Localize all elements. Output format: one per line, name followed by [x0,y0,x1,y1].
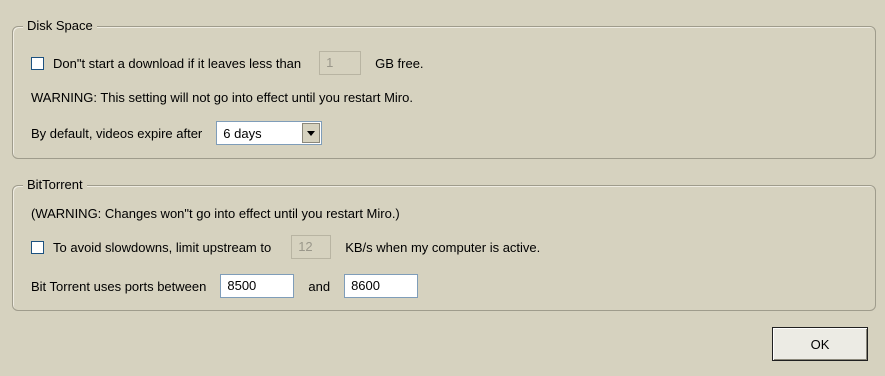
expire-select[interactable]: 6 days [216,121,323,145]
bittorrent-warning: (WARNING: Changes won"t go into effect u… [31,206,400,221]
port-min-input[interactable]: 8500 [220,274,295,298]
disk-space-warning: WARNING: This setting will not go into e… [31,90,413,105]
ok-button[interactable]: OK [772,327,868,361]
disk-space-title: Disk Space [23,18,97,33]
bittorrent-group: BitTorrent (WARNING: Changes won"t go in… [12,177,876,311]
upstream-limit-input[interactable]: 12 [291,235,332,259]
upstream-limit-checkbox[interactable] [31,240,44,254]
expire-label: By default, videos expire after [31,125,203,141]
expire-select-value: 6 days [223,125,262,141]
port-max-input[interactable]: 8600 [344,274,419,298]
ok-button-label: OK [810,336,830,352]
min-free-label: Don"t start a download if it leaves less… [53,55,302,71]
disk-warning-row: WARNING: This setting will not go into e… [31,90,413,105]
bittorrent-warning-row: (WARNING: Changes won"t go into effect u… [31,206,400,221]
min-free-unit: GB free. [375,55,424,71]
min-free-input[interactable]: 1 [319,51,362,75]
min-free-checkbox[interactable] [31,56,44,70]
upstream-limit-label: To avoid slowdowns, limit upstream to [53,239,272,255]
bittorrent-title: BitTorrent [23,177,87,192]
expire-row: By default, videos expire after 6 days [31,121,323,145]
disk-space-group: Disk Space Don"t start a download if it … [12,18,876,159]
chevron-down-icon [307,130,316,136]
upstream-limit-row: To avoid slowdowns, limit upstream to 12… [31,235,540,259]
expire-dropdown-button[interactable] [302,123,321,143]
upstream-limit-unit: KB/s when my computer is active. [345,239,541,255]
min-free-row: Don"t start a download if it leaves less… [31,51,424,75]
ports-and-label: and [308,278,331,294]
ports-row: Bit Torrent uses ports between 8500 and … [31,274,419,298]
ports-label: Bit Torrent uses ports between [31,278,207,294]
